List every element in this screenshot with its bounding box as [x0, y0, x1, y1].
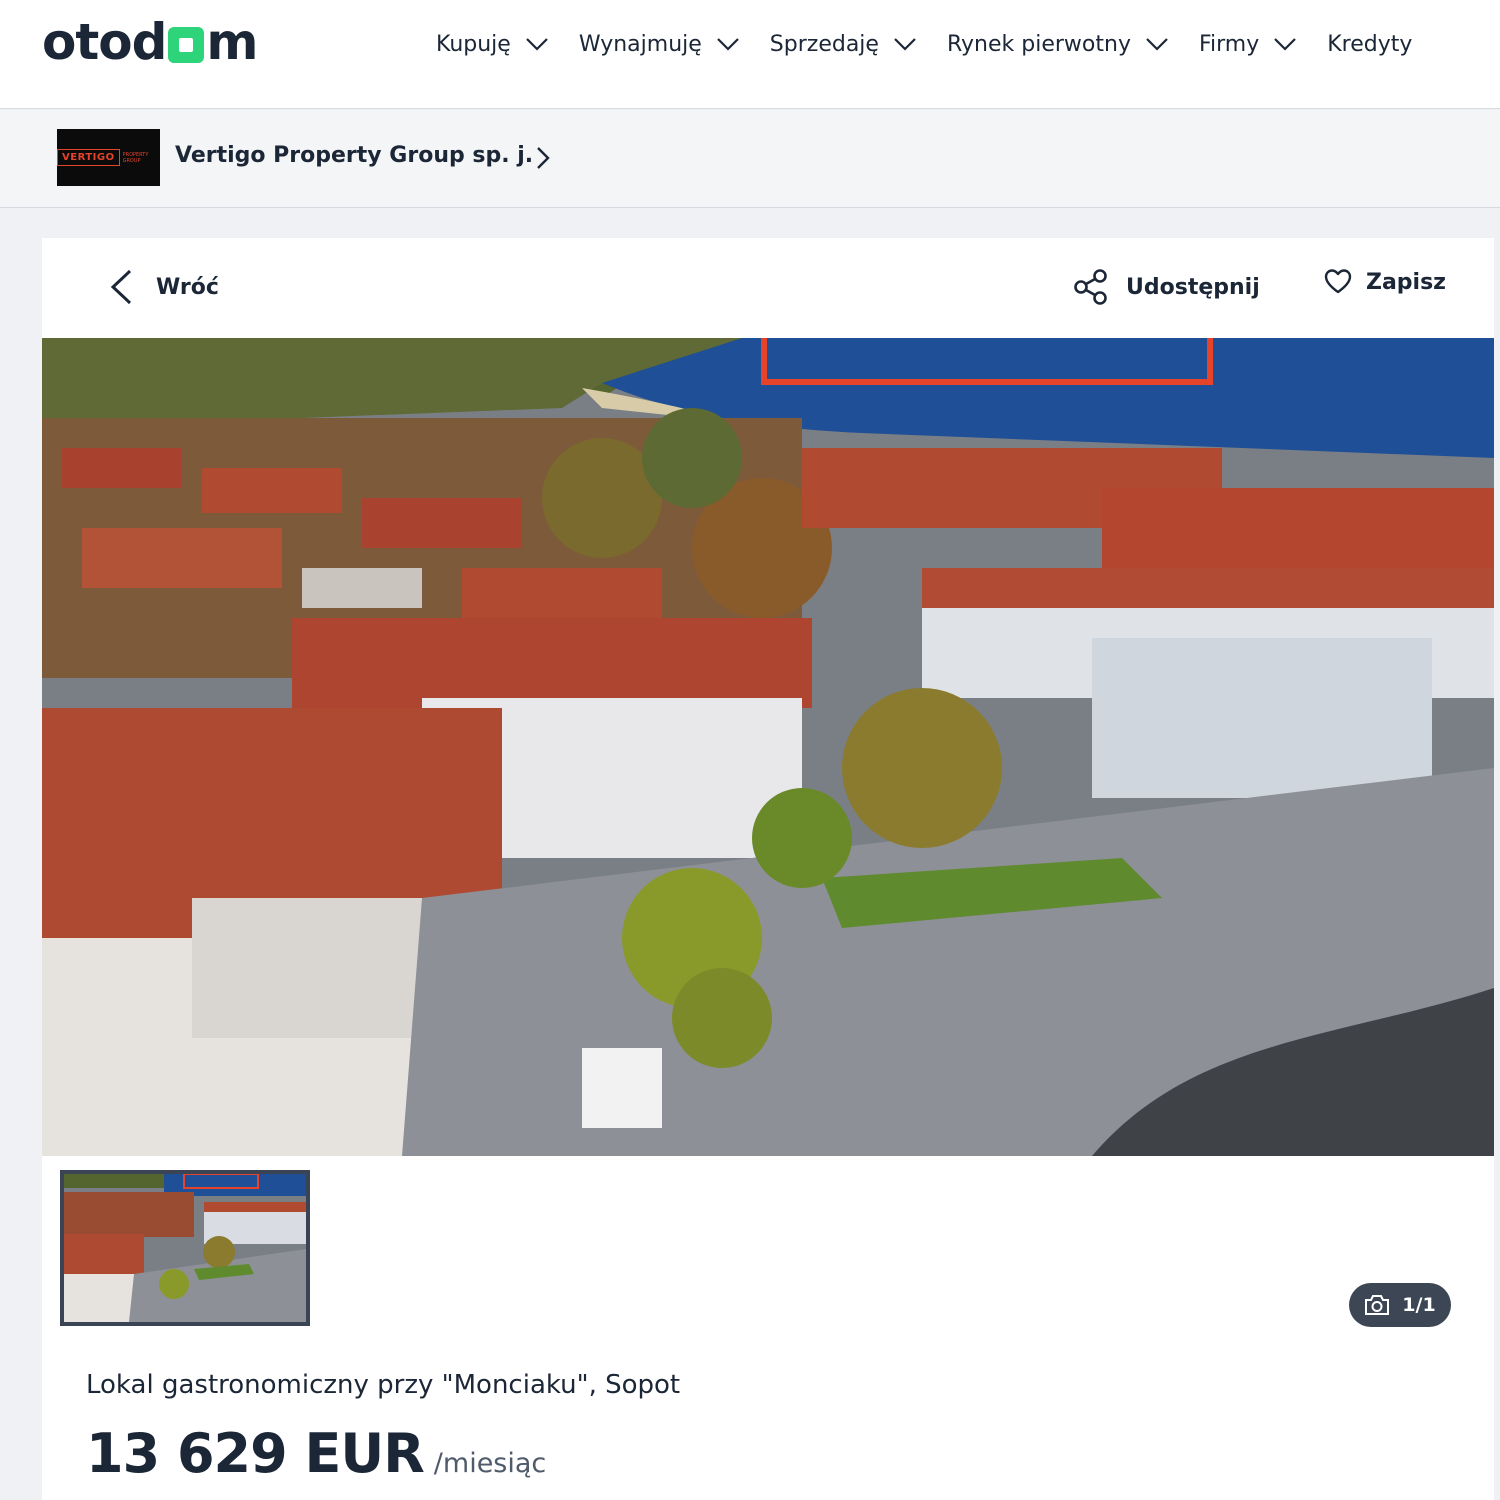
otodom-logo[interactable]: otod m	[42, 13, 259, 71]
nav-label: Kredyty	[1327, 31, 1413, 57]
heart-icon	[1324, 269, 1352, 294]
agency-logo-subtext: PROPERTY GROUP	[122, 151, 149, 164]
save-button[interactable]: Zapisz	[1324, 268, 1446, 296]
photo-thumbnail[interactable]	[60, 1170, 310, 1326]
camera-icon	[1365, 1295, 1390, 1315]
listing-card: Wróć Udostępnij Zapisz 1/1 Lokal gastron…	[42, 238, 1494, 1500]
agency-logo: VERTIGO PROPERTY GROUP	[57, 129, 160, 186]
nav-label: Sprzedaję	[769, 31, 879, 57]
listing-price: 13 629 EUR /miesiąc	[86, 1422, 546, 1485]
photo-counter[interactable]: 1/1	[1349, 1283, 1451, 1327]
nav-kredyty[interactable]: Kredyty	[1327, 32, 1412, 57]
nav-firmy[interactable]: Firmy	[1199, 32, 1297, 57]
main-photo[interactable]	[42, 338, 1494, 1156]
agency-name[interactable]: Vertigo Property Group sp. j.	[175, 143, 533, 168]
chevron-down-icon	[894, 38, 916, 51]
thumbnail-image	[64, 1174, 306, 1322]
chevron-down-icon	[1146, 38, 1168, 51]
nav-label: Firmy	[1198, 31, 1260, 57]
chevron-down-icon	[1274, 38, 1297, 51]
price-amount: 13 629 EUR	[86, 1422, 425, 1485]
top-header: otod m Kupuję Wynajmuję Sprzedaję Rynek p…	[0, 0, 1500, 109]
listing-title: Lokal gastronomiczny przy "Monciaku", So…	[86, 1370, 681, 1400]
share-label: Udostępnij	[1126, 274, 1260, 300]
price-period: /miesiąc	[433, 1448, 547, 1479]
nav-label: Wynajmuję	[578, 31, 702, 57]
share-icon	[1074, 269, 1107, 305]
aerial-photo-image	[42, 338, 1494, 1156]
back-label: Wróć	[156, 274, 219, 300]
photo-counter-text: 1/1	[1402, 1294, 1436, 1316]
chevron-right-icon[interactable]	[535, 145, 551, 171]
chevron-down-icon	[526, 38, 548, 51]
nav-label: Rynek pierwotny	[946, 31, 1131, 57]
nav-rynek-pierwotny[interactable]: Rynek pierwotny	[947, 32, 1169, 57]
logo-o-mark	[168, 27, 205, 63]
logo-text-right: m	[206, 13, 258, 71]
agency-logo-badge: VERTIGO	[57, 149, 120, 166]
nav-wynajmuje[interactable]: Wynajmuję	[579, 32, 740, 57]
nav-kupuje[interactable]: Kupuję	[436, 32, 549, 57]
nav-sprzedaje[interactable]: Sprzedaję	[770, 32, 917, 57]
logo-text-left: otod	[42, 13, 167, 71]
nav-label: Kupuję	[436, 31, 511, 57]
chevron-down-icon	[717, 38, 739, 51]
save-label: Zapisz	[1366, 269, 1446, 295]
share-button[interactable]: Udostępnij	[1072, 268, 1260, 306]
main-nav: Kupuję Wynajmuję Sprzedaję Rynek pierwot…	[436, 22, 1412, 66]
back-button[interactable]: Wróć	[108, 268, 219, 306]
chevron-left-icon	[110, 269, 132, 305]
agency-bar[interactable]: VERTIGO PROPERTY GROUP Vertigo Property …	[0, 110, 1500, 208]
